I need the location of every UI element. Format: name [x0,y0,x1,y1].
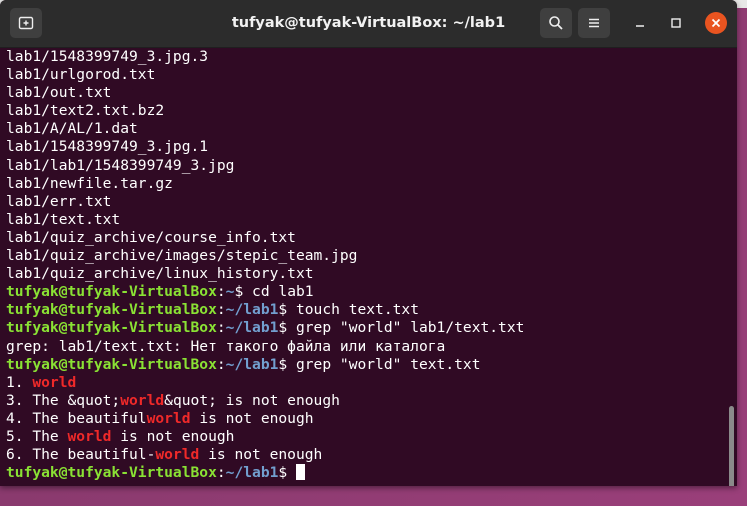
close-button[interactable] [705,12,727,34]
current-prompt-line[interactable]: tufyak@tufyak-VirtualBox:~/lab1$ [6,464,737,482]
prompt-dollar: $ [278,301,288,319]
terminal-window[interactable]: tufyak@tufyak-VirtualBox: ~/lab1 lab1/15… [0,0,737,486]
prompt-path: ~/lab1 [225,464,279,482]
command-line: tufyak@tufyak-VirtualBox:~/lab1$ touch t… [6,301,737,319]
prompt-user-host: tufyak@tufyak-VirtualBox [6,301,217,319]
prompt-separator: : [216,301,226,319]
match-prefix: 3. The &quot; [6,391,121,409]
hamburger-menu-icon [589,18,599,28]
minimize-icon [636,25,644,27]
output-line: lab1/1548399749_3.jpg.3 [6,48,209,65]
match-line: 4. The beautifulworld is not enough [6,410,737,428]
maximize-icon [671,18,681,28]
output-line: lab1/quiz_archive/linux_history.txt [6,265,314,283]
output-line: lab1/lab1/1548399749_3.jpg [6,156,235,174]
output-line: lab1/urlgorod.txt [6,66,156,84]
output-line: lab1/out.txt [6,84,112,102]
match-highlight: world [32,373,77,391]
match-prefix: 4. The beautiful [6,409,147,427]
prompt-separator: : [216,355,226,373]
match-suffix: &quot; is not enough [164,391,340,409]
error-line: grep: lab1/text.txt: Нет такого файла ил… [6,337,446,355]
prompt-dollar: $ [278,464,288,482]
output-line: lab1/err.txt [6,192,112,210]
command-text: grep "world" text.txt [287,355,481,373]
scrollbar-thumb[interactable] [729,406,734,486]
menu-button[interactable] [578,8,610,38]
output-line: lab1/A/AL/1.dat [6,120,138,138]
search-button[interactable] [540,8,572,38]
match-prefix: 6. The beautiful- [6,446,156,464]
window-title: tufyak@tufyak-VirtualBox: ~/lab1 [231,15,506,31]
command-text: grep "world" lab1/text.txt [287,319,525,337]
match-line: 5. The world is not enough [6,428,737,446]
close-icon [711,18,721,28]
command-text: touch text.txt [287,301,419,319]
output-line: lab1/text2.txt.bz2 [6,102,165,120]
prompt-path: ~/lab1 [225,301,279,319]
prompt-user-host: tufyak@tufyak-VirtualBox [6,464,217,482]
prompt-dollar: $ [278,355,288,373]
match-prefix: 5. The [6,427,68,445]
match-line: 6. The beautiful-world is not enough [6,446,737,464]
text-cursor [295,464,305,481]
match-highlight: world [67,427,112,445]
match-line: 3. The &quot;world&quot; is not enough [6,392,737,410]
output-line: lab1/newfile.tar.gz [6,174,173,192]
terminal-output[interactable]: lab1/1548399749_3.jpg.3 lab1/urlgorod.tx… [0,48,737,486]
match-highlight: world [120,391,165,409]
prompt-path: ~/lab1 [225,319,279,337]
output-line: lab1/text.txt [6,210,121,228]
prompt-separator: : [216,464,226,482]
match-line: 1. world [6,374,737,392]
minimize-button[interactable] [629,12,651,34]
prompt-dollar: $ [234,283,244,301]
command-text: cd lab1 [243,283,314,301]
match-suffix: is not enough [190,409,314,427]
prompt-path: ~/lab1 [225,355,279,373]
prompt-user-host: tufyak@tufyak-VirtualBox [6,355,217,373]
output-line: lab1/quiz_archive/images/stepic_team.jpg [6,247,358,265]
command-line: tufyak@tufyak-VirtualBox:~$ cd lab1 [6,283,737,301]
maximize-button[interactable] [665,12,687,34]
search-icon [549,16,563,30]
prompt-dollar: $ [278,319,288,337]
prompt-separator: : [216,319,226,337]
match-prefix: 1. [6,373,33,391]
command-line: tufyak@tufyak-VirtualBox:~/lab1$ grep "w… [6,356,737,374]
command-line: tufyak@tufyak-VirtualBox:~/lab1$ grep "w… [6,319,737,337]
match-highlight: world [146,409,191,427]
prompt-separator: : [216,283,226,301]
title-bar[interactable]: tufyak@tufyak-VirtualBox: ~/lab1 [0,0,737,48]
prompt-user-host: tufyak@tufyak-VirtualBox [6,319,217,337]
output-line: lab1/quiz_archive/course_info.txt [6,228,296,246]
output-line: lab1/1548399749_3.jpg.1 [6,138,209,156]
match-highlight: world [155,446,200,464]
match-suffix: is not enough [111,427,235,445]
prompt-user-host: tufyak@tufyak-VirtualBox [6,283,217,301]
match-suffix: is not enough [199,446,323,464]
